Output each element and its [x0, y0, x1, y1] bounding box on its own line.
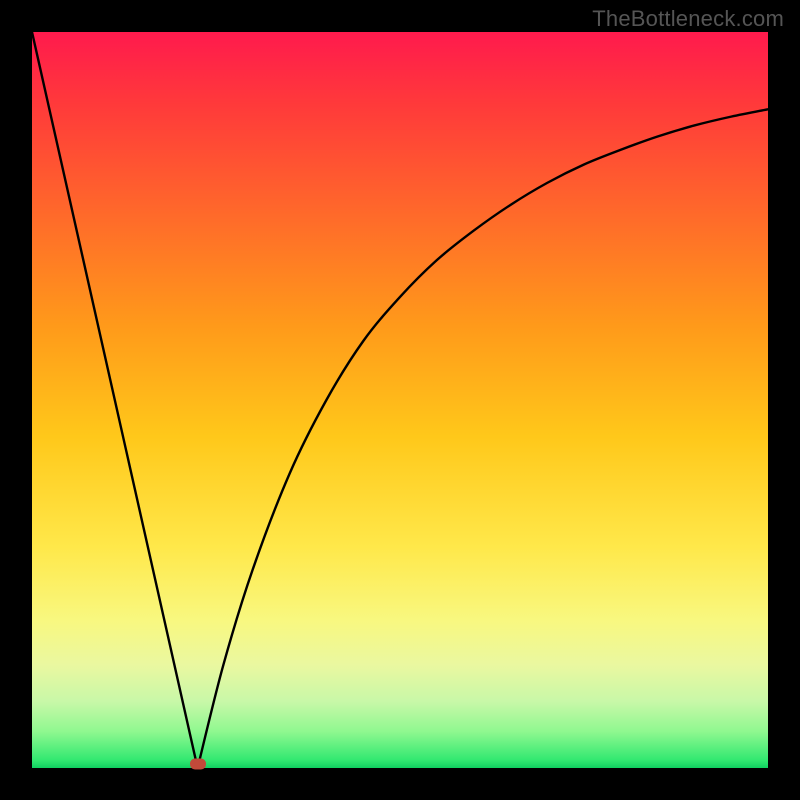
curve-left-branch — [32, 32, 198, 768]
curve-svg — [32, 32, 768, 768]
watermark-text: TheBottleneck.com — [592, 6, 784, 32]
curve-right-branch — [198, 109, 768, 768]
chart-frame: TheBottleneck.com — [0, 0, 800, 800]
plot-area — [32, 32, 768, 768]
minimum-marker — [190, 758, 206, 769]
